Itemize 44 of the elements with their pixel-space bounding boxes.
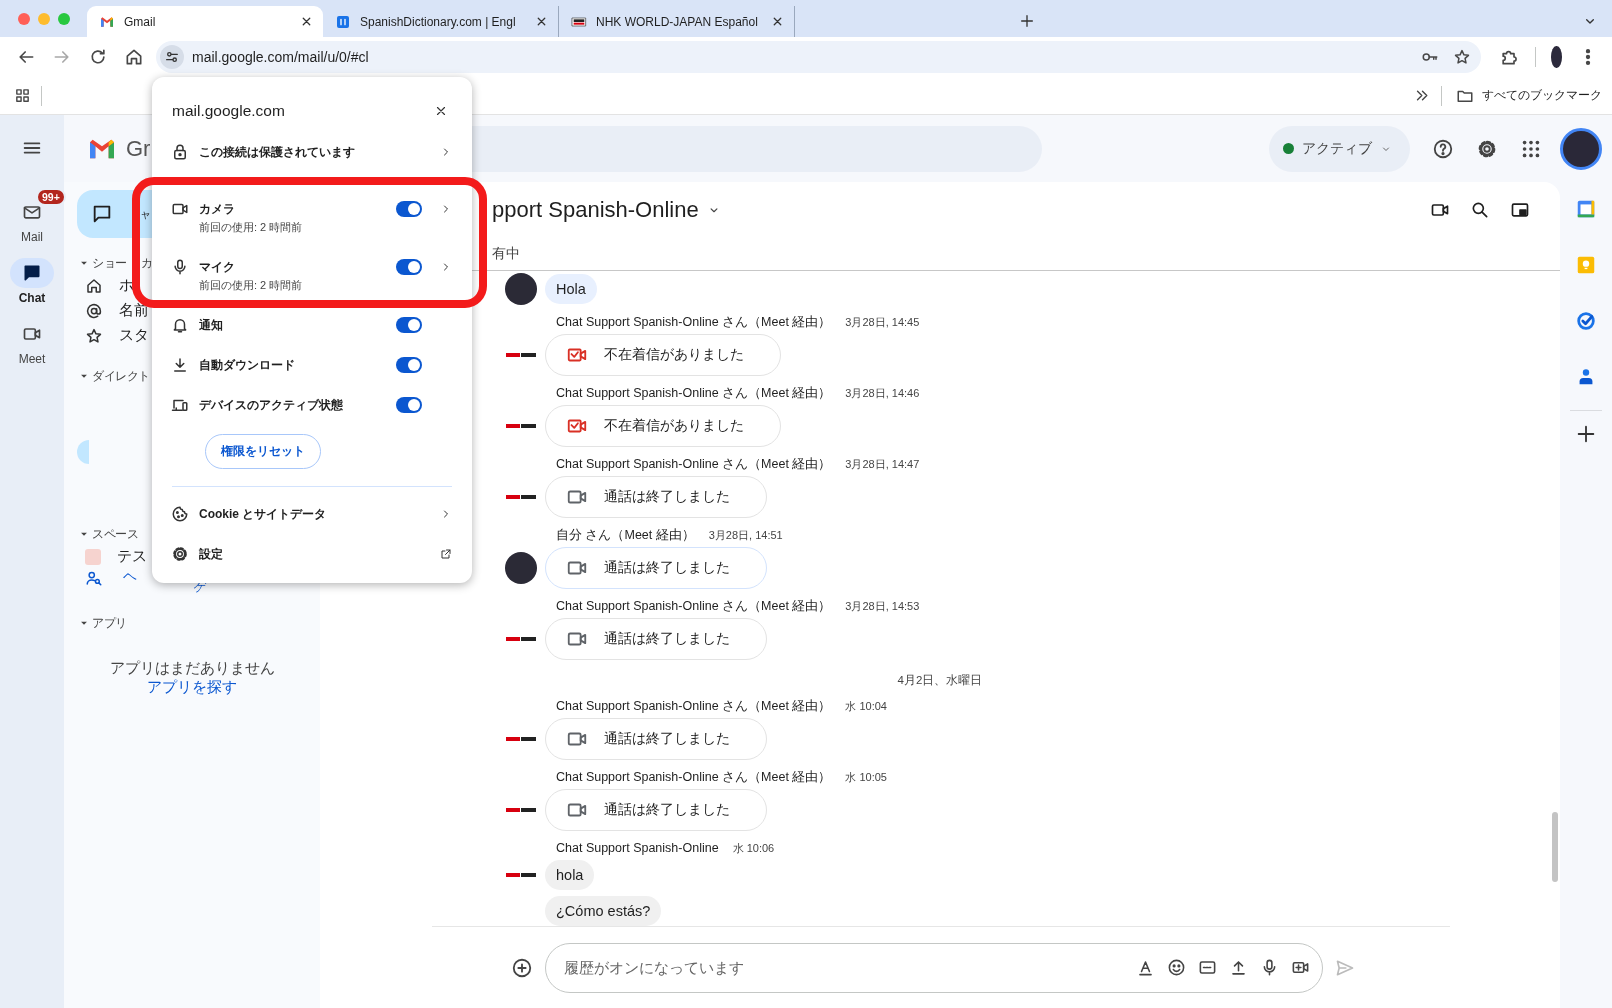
empty-message: アプリはまだありません (108, 659, 276, 678)
logo-text: Gr (126, 135, 151, 162)
message-time: 水 10:04 (845, 698, 887, 714)
rail-label: Meet (18, 352, 46, 366)
message-bubble: hola (545, 860, 595, 890)
message-time: 3月28日, 14:46 (845, 385, 920, 401)
message-bubble: ¿Cómo estás? (545, 896, 662, 926)
call-status-text: 通話は終了しました (604, 630, 730, 648)
section-heading: カ (140, 254, 152, 272)
permission-label: 通知 (199, 317, 224, 334)
permission-label: カメラ (199, 201, 236, 218)
message-time: 3月28日, 14:53 (845, 598, 920, 614)
message-bubble: Hola (545, 274, 597, 304)
rail-label: Mail (21, 230, 43, 244)
message-time: 水 10:05 (845, 769, 887, 785)
message-time: 水 10:06 (732, 840, 775, 856)
last-used-text: 前回の使用: 2 時間前 (199, 278, 304, 293)
call-status-text: 通話は終了しました (604, 730, 730, 748)
popup-title: mail.google.com (172, 102, 286, 120)
permission-label: デバイスのアクティブ状態 (199, 397, 344, 414)
unread-badge: 99+ (36, 188, 66, 206)
sender-name: Chat Support Spanish-Online (556, 841, 719, 855)
message-time: 3月28日, 14:47 (845, 456, 920, 472)
sender-name: 自分 さん（Meet 経由） (556, 526, 695, 544)
date-divider: 4月2日、水曜日 (896, 673, 984, 688)
sender-name: Chat Support Spanish-Online さん（Meet 経由） (556, 455, 832, 473)
sender-name: Chat Support Spanish-Online さん（Meet 経由） (556, 697, 832, 715)
last-used-text: 前回の使用: 2 時間前 (199, 220, 304, 235)
rail-label: Chat (18, 291, 46, 305)
call-status-text: 通話は終了しました (604, 559, 730, 577)
sender-name: Chat Support Spanish-Online さん（Meet 経由） (556, 384, 832, 402)
sender-name: Chat Support Spanish-Online さん（Meet 経由） (556, 768, 832, 786)
call-status-text: 不在着信がありました (604, 417, 744, 435)
permission-label: 自動ダウンロード (199, 357, 296, 374)
text-fragment: ゲ (193, 579, 205, 596)
text-fragment: ヘ (123, 569, 137, 583)
permission-label: マイク (199, 259, 236, 276)
call-status-text: 不在着信がありました (604, 346, 744, 364)
call-status-text: 通話は終了しました (604, 801, 730, 819)
message-time: 3月28日, 14:45 (845, 314, 920, 330)
message-time: 3月28日, 14:51 (708, 527, 783, 543)
sender-name: Chat Support Spanish-Online さん（Meet 経由） (556, 597, 832, 615)
sender-name: Chat Support Spanish-Online さん（Meet 経由） (556, 313, 832, 331)
call-status-text: 通話は終了しました (604, 488, 730, 506)
